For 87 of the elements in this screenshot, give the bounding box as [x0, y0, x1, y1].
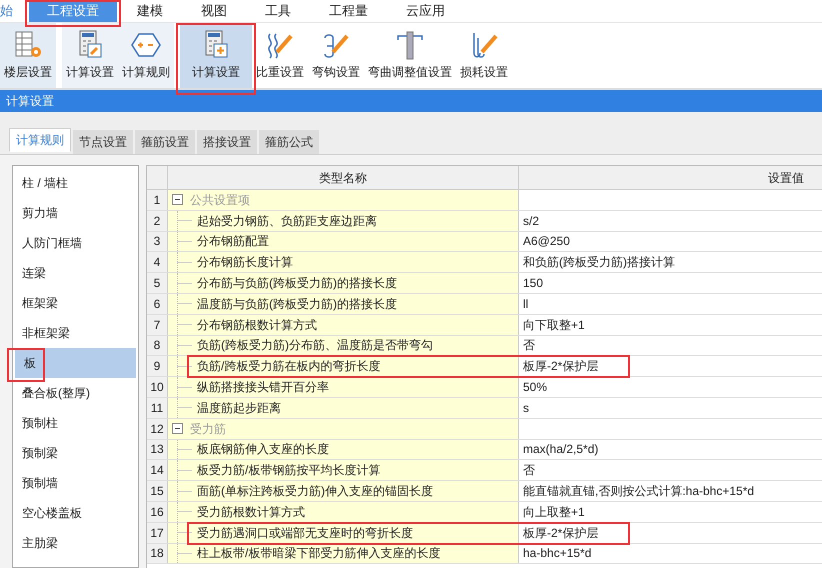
setting-value: A6@250: [523, 233, 570, 250]
setting-value: ll: [523, 296, 528, 313]
category-item[interactable]: 空心楼盖板: [13, 498, 138, 528]
setting-name: 负筋/跨板受力筋在板内的弯折长度: [197, 358, 380, 376]
row-number: 1: [147, 190, 168, 210]
setting-name: 负筋(跨板受力筋)分布筋、温度筋是否带弯勾: [197, 337, 433, 354]
category-item[interactable]: 叠合板(整厚): [13, 378, 138, 408]
setting-value: 向上取整+1: [523, 504, 585, 521]
setting-name: 分布钢筋根数计算方式: [197, 316, 317, 334]
column-header: 设置值: [767, 170, 805, 186]
setting-value: 150: [523, 275, 544, 292]
row-number: 3: [147, 232, 168, 252]
setting-value: 向下取整+1: [523, 316, 585, 334]
setting-name: 受力筋遇洞口或端部无支座时的弯折长度: [197, 524, 413, 542]
category-item[interactable]: 主肋梁: [13, 528, 138, 558]
row-number: 11: [147, 398, 168, 418]
tab[interactable]: 搭接设置: [197, 130, 257, 154]
row-number: 12: [147, 418, 168, 439]
setting-value: 和负筋(跨板受力筋)搭接计算: [523, 254, 675, 272]
ribbon-button[interactable]: 楼层设置: [0, 23, 56, 88]
row-number: 14: [147, 460, 168, 480]
row-number: 8: [147, 336, 168, 356]
category-item[interactable]: 预制柱: [13, 408, 138, 438]
tab[interactable]: 计算规则: [9, 128, 71, 152]
category-item[interactable]: 非框架梁: [13, 318, 138, 348]
setting-value: ha-bhc+15*d: [523, 545, 592, 562]
column-icon: [395, 30, 425, 60]
category-item[interactable]: 人防门框墙: [13, 228, 138, 258]
row-number: 15: [147, 481, 168, 501]
row-number: 6: [147, 294, 168, 314]
ribbon-button[interactable]: 计算设置: [62, 23, 118, 88]
row-number: 16: [147, 502, 168, 522]
category-item[interactable]: 连梁: [13, 258, 138, 288]
row-number: 2: [147, 210, 168, 231]
group-label: 受力筋: [190, 420, 226, 438]
row-number: 17: [147, 522, 168, 543]
tab[interactable]: 节点设置: [73, 130, 133, 154]
tab[interactable]: 箍筋设置: [135, 130, 195, 154]
setting-name: 温度筋起步距离: [197, 400, 281, 417]
setting-name: 受力筋根数计算方式: [197, 504, 305, 521]
setting-value: s/2: [523, 212, 540, 230]
category-item[interactable]: 预制梁: [13, 438, 138, 468]
setting-value: 否: [523, 337, 535, 354]
setting-value: 板厚-2*保护层: [523, 524, 598, 542]
row-number: 10: [147, 377, 168, 397]
setting-name: 板底钢筋伸入支座的长度: [197, 441, 329, 458]
menu-tab[interactable]: 视图: [183, 0, 245, 22]
menu-tab[interactable]: 工程量: [311, 0, 386, 22]
ribbon-button[interactable]: 计算规则: [118, 23, 174, 88]
setting-name: 起始受力钢筋、负筋距支座边距离: [197, 212, 377, 230]
setting-name: 分布钢筋长度计算: [197, 254, 293, 272]
setting-value: 否: [523, 462, 535, 480]
column-header: 类型名称: [168, 166, 519, 189]
setting-value: 50%: [523, 379, 548, 396]
category-item[interactable]: 预制墙: [13, 468, 138, 498]
panel-title: 计算设置: [6, 93, 54, 110]
setting-name: 分布筋与负筋(跨板受力筋)的搭接长度: [197, 275, 397, 292]
setting-value: s: [523, 400, 529, 417]
setting-name: 分布钢筋配置: [197, 233, 269, 250]
setting-name: 板受力筋/板带钢筋按平均长度计算: [197, 462, 380, 480]
setting-name: 面筋(单标注跨板受力筋)伸入支座的锚固长度: [197, 483, 433, 500]
setting-name: 纵筋搭接接头错开百分率: [197, 379, 329, 396]
category-item[interactable]: 剪力墙: [13, 198, 138, 228]
setting-value: max(ha/2,5*d): [523, 441, 598, 458]
category-item[interactable]: 框架梁: [13, 288, 138, 318]
setting-name: 柱上板带/板带暗梁下部受力筋伸入支座的长度: [197, 545, 440, 562]
menu-tab[interactable]: 建模: [119, 0, 181, 22]
tab[interactable]: 箍筋公式: [259, 130, 319, 154]
setting-value: 能直锚就直锚,否则按公式计算:ha-bhc+15*d: [523, 483, 754, 500]
menu-tab[interactable]: 工具: [247, 0, 309, 22]
ribbon-button[interactable]: 计算设置: [180, 23, 252, 88]
collapse-toggle[interactable]: [172, 194, 183, 206]
setting-name: 温度筋与负筋(跨板受力筋)的搭接长度: [197, 296, 397, 313]
category-item[interactable]: 柱 / 墙柱: [13, 168, 138, 198]
setting-value: 板厚-2*保护层: [523, 358, 598, 376]
row-number: 13: [147, 440, 168, 460]
row-number: 4: [147, 252, 168, 272]
row-number: 7: [147, 314, 168, 335]
table-gear-icon: [13, 30, 43, 60]
collapse-toggle[interactable]: [172, 423, 183, 434]
row-number: 18: [147, 544, 168, 564]
menu-tab[interactable]: 云应用: [388, 0, 463, 22]
group-label: 公共设置项: [190, 192, 250, 209]
row-number: 5: [147, 273, 168, 293]
category-item[interactable]: 板: [15, 348, 136, 378]
row-number: 9: [147, 356, 168, 376]
menu-tab[interactable]: 始: [0, 0, 27, 22]
